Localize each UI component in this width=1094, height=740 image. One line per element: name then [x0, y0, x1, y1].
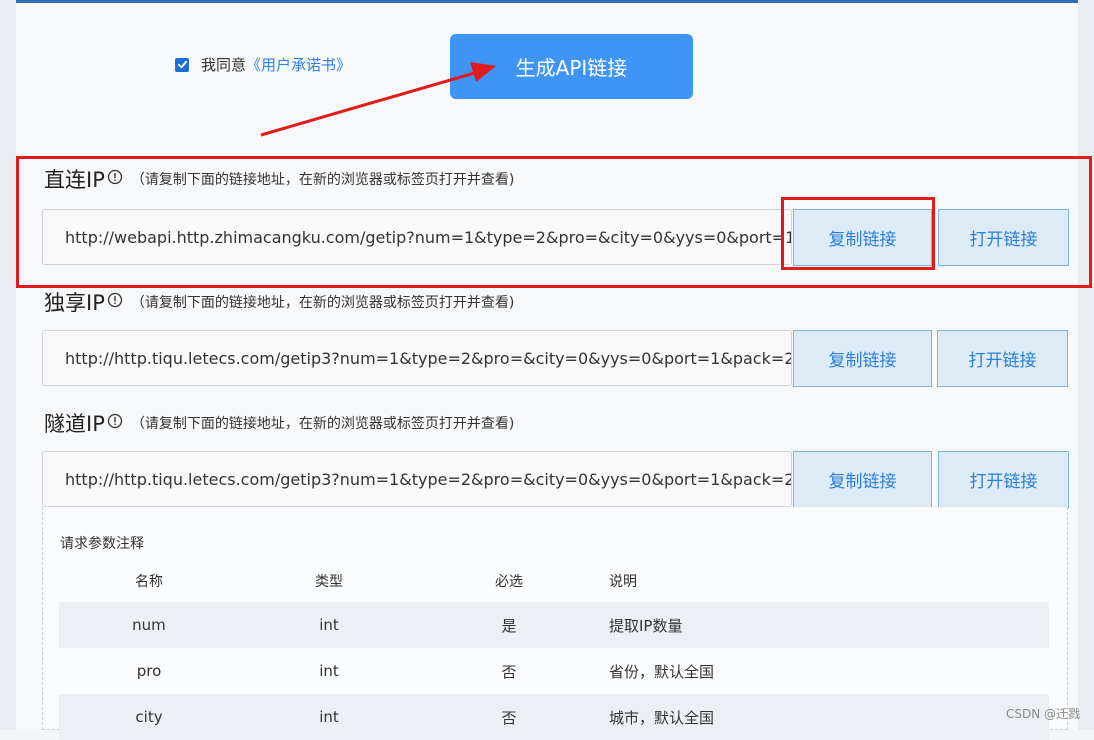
generate-api-link-button[interactable]: 生成API链接 — [450, 34, 693, 99]
agreement-label: 我同意 — [201, 56, 247, 74]
agreement-row: 我同意 《用户承诺书》 — [175, 54, 351, 75]
open-link-button[interactable]: 打开链接 — [937, 330, 1068, 387]
params-title: 请求参数注释 — [60, 536, 144, 552]
cell-required: 否 — [501, 708, 517, 727]
section-hint: （请复制下面的链接地址，在新的浏览器或标签页打开并查看) — [130, 295, 515, 311]
exclusive-ip-url-field[interactable]: http://http.tiqu.letecs.com/getip3?num=1… — [42, 330, 792, 386]
cell-type: int — [319, 708, 339, 726]
table-header: 名称 类型 必选 说明 — [59, 560, 1049, 602]
cell-name: pro — [136, 662, 162, 680]
right-gutter — [1078, 0, 1094, 730]
header-type: 类型 — [315, 574, 343, 590]
section-title-exclusive-ip: 独享IP （请复制下面的链接地址，在新的浏览器或标签页打开并查看) — [44, 287, 514, 317]
cell-type: int — [319, 662, 339, 680]
watermark: CSDN @迁戮 — [1005, 707, 1080, 721]
left-gutter — [0, 0, 16, 730]
cell-required: 否 — [501, 662, 517, 681]
header-description: 说明 — [609, 574, 637, 590]
cell-description: 省份，默认全国 — [609, 662, 715, 681]
open-link-button[interactable]: 打开链接 — [938, 451, 1069, 508]
cell-description: 城市，默认全国 — [609, 708, 715, 727]
agreement-checkbox[interactable] — [175, 57, 189, 72]
user-commitment-link[interactable]: 《用户承诺书》 — [246, 54, 351, 75]
section-hint: （请复制下面的链接地址，在新的浏览器或标签页打开并查看) — [130, 416, 515, 432]
cell-name: num — [132, 616, 166, 634]
cell-type: int — [319, 616, 339, 634]
table-row: city int 否 城市，默认全国 — [59, 694, 1049, 740]
cell-description: 提取IP数量 — [609, 616, 683, 635]
annotation-box-copy-link — [781, 197, 935, 270]
params-table: 名称 类型 必选 说明 num int 是 提取IP数量 pro int 否 省… — [59, 560, 1049, 740]
info-icon[interactable] — [107, 292, 123, 312]
section-heading: 隧道IP — [44, 412, 105, 436]
tunnel-ip-url-field[interactable]: http://http.tiqu.letecs.com/getip3?num=1… — [42, 451, 792, 507]
cell-name: city — [135, 708, 163, 726]
header-required: 必选 — [495, 574, 523, 590]
header-name: 名称 — [135, 574, 163, 590]
check-icon — [177, 60, 187, 69]
table-row: num int 是 提取IP数量 — [59, 602, 1049, 648]
info-icon[interactable] — [107, 413, 123, 433]
cell-required: 是 — [501, 616, 517, 635]
copy-link-button[interactable]: 复制链接 — [793, 451, 932, 508]
section-title-tunnel-ip: 隧道IP （请复制下面的链接地址，在新的浏览器或标签页打开并查看) — [44, 408, 514, 438]
section-heading: 独享IP — [44, 291, 105, 315]
copy-link-button[interactable]: 复制链接 — [793, 330, 932, 387]
table-row: pro int 否 省份，默认全国 — [59, 648, 1049, 694]
